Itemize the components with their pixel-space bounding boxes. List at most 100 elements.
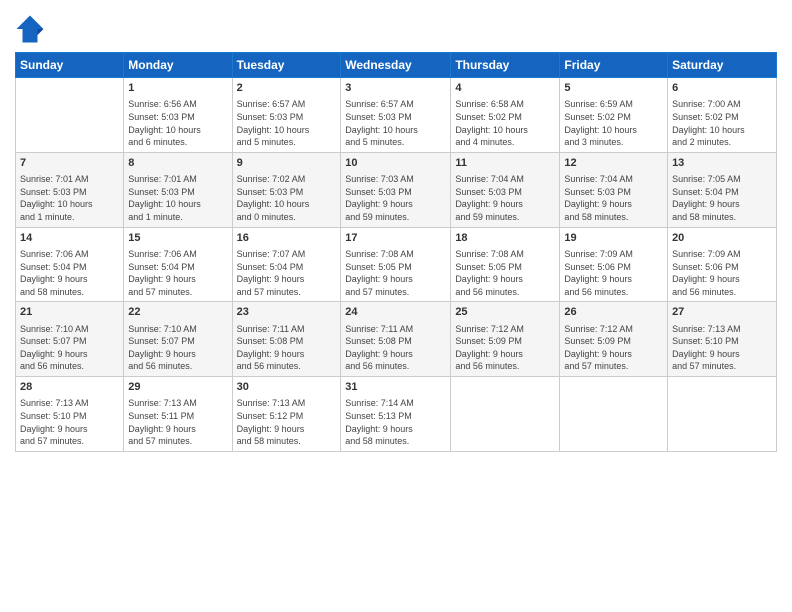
calendar-week-row: 7 Sunrise: 7:01 AM Sunset: 5:03 PM Daylig… xyxy=(16,152,777,227)
weekday-header: Saturday xyxy=(668,53,777,78)
calendar-cell: 27 Sunrise: 7:13 AM Sunset: 5:10 PM Dayli… xyxy=(668,302,777,377)
cell-info: Sunrise: 6:58 AM Sunset: 5:02 PM Dayligh… xyxy=(455,98,555,148)
day-number: 18 xyxy=(455,231,555,246)
calendar-cell: 11 Sunrise: 7:04 AM Sunset: 5:03 PM Dayli… xyxy=(451,152,560,227)
calendar-cell: 22 Sunrise: 7:10 AM Sunset: 5:07 PM Dayli… xyxy=(124,302,232,377)
weekday-header: Tuesday xyxy=(232,53,341,78)
cell-info: Sunrise: 6:59 AM Sunset: 5:02 PM Dayligh… xyxy=(564,98,663,148)
calendar-week-row: 21 Sunrise: 7:10 AM Sunset: 5:07 PM Dayli… xyxy=(16,302,777,377)
weekday-header: Wednesday xyxy=(341,53,451,78)
day-number: 19 xyxy=(564,231,663,246)
calendar-cell: 7 Sunrise: 7:01 AM Sunset: 5:03 PM Daylig… xyxy=(16,152,124,227)
calendar-week-row: 1 Sunrise: 6:56 AM Sunset: 5:03 PM Daylig… xyxy=(16,78,777,153)
cell-info: Sunrise: 7:02 AM Sunset: 5:03 PM Dayligh… xyxy=(237,173,337,223)
calendar-header-row: SundayMondayTuesdayWednesdayThursdayFrid… xyxy=(16,53,777,78)
day-number: 28 xyxy=(20,380,119,395)
calendar-cell: 3 Sunrise: 6:57 AM Sunset: 5:03 PM Daylig… xyxy=(341,78,451,153)
cell-info: Sunrise: 7:12 AM Sunset: 5:09 PM Dayligh… xyxy=(564,323,663,373)
weekday-header: Friday xyxy=(560,53,668,78)
weekday-header: Monday xyxy=(124,53,232,78)
calendar-cell: 19 Sunrise: 7:09 AM Sunset: 5:06 PM Dayli… xyxy=(560,227,668,302)
calendar-cell xyxy=(16,78,124,153)
calendar-cell: 23 Sunrise: 7:11 AM Sunset: 5:08 PM Dayli… xyxy=(232,302,341,377)
calendar-cell: 28 Sunrise: 7:13 AM Sunset: 5:10 PM Dayli… xyxy=(16,377,124,452)
calendar-cell: 31 Sunrise: 7:14 AM Sunset: 5:13 PM Dayli… xyxy=(341,377,451,452)
calendar-cell: 9Sunrise: 7:02 AM Sunset: 5:03 PM Daylig… xyxy=(232,152,341,227)
day-number: 20 xyxy=(672,231,772,246)
day-number: 2 xyxy=(237,81,337,96)
calendar-cell: 25Sunrise: 7:12 AM Sunset: 5:09 PM Dayli… xyxy=(451,302,560,377)
calendar-cell xyxy=(560,377,668,452)
cell-info: Sunrise: 7:11 AM Sunset: 5:08 PM Dayligh… xyxy=(345,323,446,373)
calendar-cell: 2 Sunrise: 6:57 AM Sunset: 5:03 PM Daylig… xyxy=(232,78,341,153)
day-number: 24 xyxy=(345,305,446,320)
day-number: 3 xyxy=(345,81,446,96)
calendar-cell: 21 Sunrise: 7:10 AM Sunset: 5:07 PM Dayli… xyxy=(16,302,124,377)
cell-info: Sunrise: 7:04 AM Sunset: 5:03 PM Dayligh… xyxy=(455,173,555,223)
calendar-cell: 24 Sunrise: 7:11 AM Sunset: 5:08 PM Dayli… xyxy=(341,302,451,377)
day-number: 26 xyxy=(564,305,663,320)
cell-info: Sunrise: 6:57 AM Sunset: 5:03 PM Dayligh… xyxy=(237,98,337,148)
day-number: 1 xyxy=(128,81,227,96)
day-number: 21 xyxy=(20,305,119,320)
cell-info: Sunrise: 6:56 AM Sunset: 5:03 PM Dayligh… xyxy=(128,98,227,148)
day-number: 16 xyxy=(237,231,337,246)
day-number: 10 xyxy=(345,156,446,171)
cell-info: Sunrise: 7:10 AM Sunset: 5:07 PM Dayligh… xyxy=(128,323,227,373)
cell-info: Sunrise: 7:04 AM Sunset: 5:03 PM Dayligh… xyxy=(564,173,663,223)
cell-info: Sunrise: 7:13 AM Sunset: 5:11 PM Dayligh… xyxy=(128,397,227,447)
day-number: 4 xyxy=(455,81,555,96)
header xyxy=(15,10,777,44)
calendar-cell: 18 Sunrise: 7:08 AM Sunset: 5:05 PM Dayli… xyxy=(451,227,560,302)
calendar-cell: 30 Sunrise: 7:13 AM Sunset: 5:12 PM Dayli… xyxy=(232,377,341,452)
cell-info: Sunrise: 6:57 AM Sunset: 5:03 PM Dayligh… xyxy=(345,98,446,148)
day-number: 6 xyxy=(672,81,772,96)
cell-info: Sunrise: 7:13 AM Sunset: 5:10 PM Dayligh… xyxy=(20,397,119,447)
day-number: 27 xyxy=(672,305,772,320)
cell-info: Sunrise: 7:00 AM Sunset: 5:02 PM Dayligh… xyxy=(672,98,772,148)
day-number: 12 xyxy=(564,156,663,171)
day-number: 23 xyxy=(237,305,337,320)
cell-info: Sunrise: 7:05 AM Sunset: 5:04 PM Dayligh… xyxy=(672,173,772,223)
calendar-cell: 10Sunrise: 7:03 AM Sunset: 5:03 PM Dayli… xyxy=(341,152,451,227)
calendar-week-row: 14 Sunrise: 7:06 AM Sunset: 5:04 PM Dayli… xyxy=(16,227,777,302)
cell-info: Sunrise: 7:14 AM Sunset: 5:13 PM Dayligh… xyxy=(345,397,446,447)
cell-info: Sunrise: 7:08 AM Sunset: 5:05 PM Dayligh… xyxy=(455,248,555,298)
calendar-table: SundayMondayTuesdayWednesdayThursdayFrid… xyxy=(15,52,777,452)
calendar-cell: 15Sunrise: 7:06 AM Sunset: 5:04 PM Dayli… xyxy=(124,227,232,302)
cell-info: Sunrise: 7:01 AM Sunset: 5:03 PM Dayligh… xyxy=(128,173,227,223)
calendar-cell: 29 Sunrise: 7:13 AM Sunset: 5:11 PM Dayli… xyxy=(124,377,232,452)
cell-info: Sunrise: 7:13 AM Sunset: 5:10 PM Dayligh… xyxy=(672,323,772,373)
cell-info: Sunrise: 7:09 AM Sunset: 5:06 PM Dayligh… xyxy=(672,248,772,298)
logo xyxy=(15,14,47,44)
calendar-cell: 17 Sunrise: 7:08 AM Sunset: 5:05 PM Dayli… xyxy=(341,227,451,302)
day-number: 31 xyxy=(345,380,446,395)
cell-info: Sunrise: 7:10 AM Sunset: 5:07 PM Dayligh… xyxy=(20,323,119,373)
cell-info: Sunrise: 7:06 AM Sunset: 5:04 PM Dayligh… xyxy=(20,248,119,298)
calendar-cell xyxy=(668,377,777,452)
cell-info: Sunrise: 7:01 AM Sunset: 5:03 PM Dayligh… xyxy=(20,173,119,223)
day-number: 8 xyxy=(128,156,227,171)
calendar-cell: 5Sunrise: 6:59 AM Sunset: 5:02 PM Daylig… xyxy=(560,78,668,153)
cell-info: Sunrise: 7:11 AM Sunset: 5:08 PM Dayligh… xyxy=(237,323,337,373)
weekday-header: Thursday xyxy=(451,53,560,78)
day-number: 30 xyxy=(237,380,337,395)
cell-info: Sunrise: 7:09 AM Sunset: 5:06 PM Dayligh… xyxy=(564,248,663,298)
calendar-cell: 26 Sunrise: 7:12 AM Sunset: 5:09 PM Dayli… xyxy=(560,302,668,377)
cell-info: Sunrise: 7:08 AM Sunset: 5:05 PM Dayligh… xyxy=(345,248,446,298)
day-number: 14 xyxy=(20,231,119,246)
cell-info: Sunrise: 7:06 AM Sunset: 5:04 PM Dayligh… xyxy=(128,248,227,298)
weekday-header: Sunday xyxy=(16,53,124,78)
day-number: 13 xyxy=(672,156,772,171)
cell-info: Sunrise: 7:13 AM Sunset: 5:12 PM Dayligh… xyxy=(237,397,337,447)
day-number: 7 xyxy=(20,156,119,171)
day-number: 11 xyxy=(455,156,555,171)
calendar-cell: 8 Sunrise: 7:01 AM Sunset: 5:03 PM Daylig… xyxy=(124,152,232,227)
day-number: 17 xyxy=(345,231,446,246)
cell-info: Sunrise: 7:12 AM Sunset: 5:09 PM Dayligh… xyxy=(455,323,555,373)
day-number: 22 xyxy=(128,305,227,320)
page: SundayMondayTuesdayWednesdayThursdayFrid… xyxy=(0,0,792,612)
calendar-cell: 6 Sunrise: 7:00 AM Sunset: 5:02 PM Daylig… xyxy=(668,78,777,153)
day-number: 29 xyxy=(128,380,227,395)
calendar-cell: 20 Sunrise: 7:09 AM Sunset: 5:06 PM Dayli… xyxy=(668,227,777,302)
